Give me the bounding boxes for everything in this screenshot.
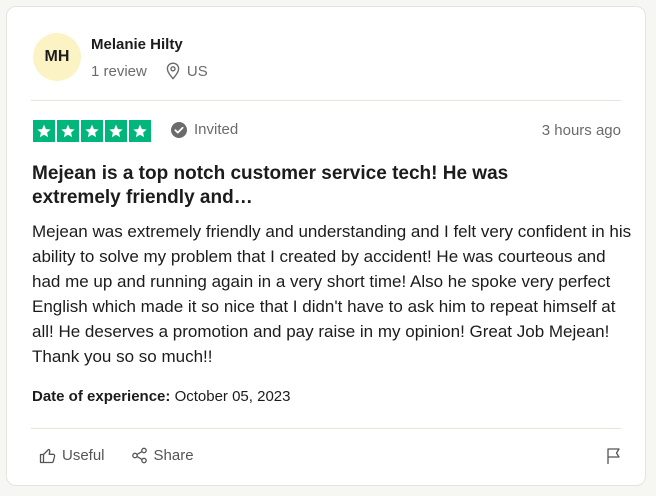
avatar-initials: MH — [44, 48, 70, 65]
date-of-experience: Date of experience: October 05, 2023 — [32, 388, 290, 405]
share-icon — [131, 447, 148, 464]
star-icon — [57, 120, 79, 142]
star-icon — [129, 120, 151, 142]
reviewer-country: US — [186, 62, 208, 80]
star-icon — [81, 120, 103, 142]
share-label: Share — [153, 447, 194, 464]
verification-label: Invited — [194, 121, 239, 138]
date-of-experience-value: October 05, 2023 — [174, 388, 291, 405]
report-button[interactable] — [605, 447, 623, 465]
review-time: 3 hours ago — [541, 122, 621, 139]
review-title[interactable]: Mejean is a top notch customer service t… — [32, 162, 592, 210]
review-actions: Useful Share — [39, 447, 194, 464]
review-card: MH Melanie Hilty 1 review US Invited 3 h… — [6, 6, 646, 486]
flag-icon — [605, 447, 623, 465]
avatar[interactable]: MH — [33, 33, 81, 81]
reviewer-name[interactable]: Melanie Hilty — [91, 36, 183, 53]
useful-label: Useful — [62, 447, 105, 464]
check-circle-icon — [171, 121, 187, 138]
review-body: Mejean was extremely friendly and unders… — [32, 222, 632, 366]
useful-button[interactable]: Useful — [39, 447, 105, 464]
verification-badge[interactable]: Invited — [171, 121, 238, 138]
divider — [31, 428, 621, 429]
reviewer-meta: 1 review US — [91, 62, 208, 80]
date-of-experience-label: Date of experience: — [32, 388, 171, 405]
star-icon — [105, 120, 127, 142]
star-rating — [33, 120, 151, 142]
review-count: 1 review — [91, 62, 147, 80]
thumbs-up-icon — [39, 447, 56, 464]
location-pin-icon — [165, 62, 181, 80]
divider — [31, 100, 621, 101]
share-button[interactable]: Share — [131, 447, 194, 464]
star-icon — [33, 120, 55, 142]
